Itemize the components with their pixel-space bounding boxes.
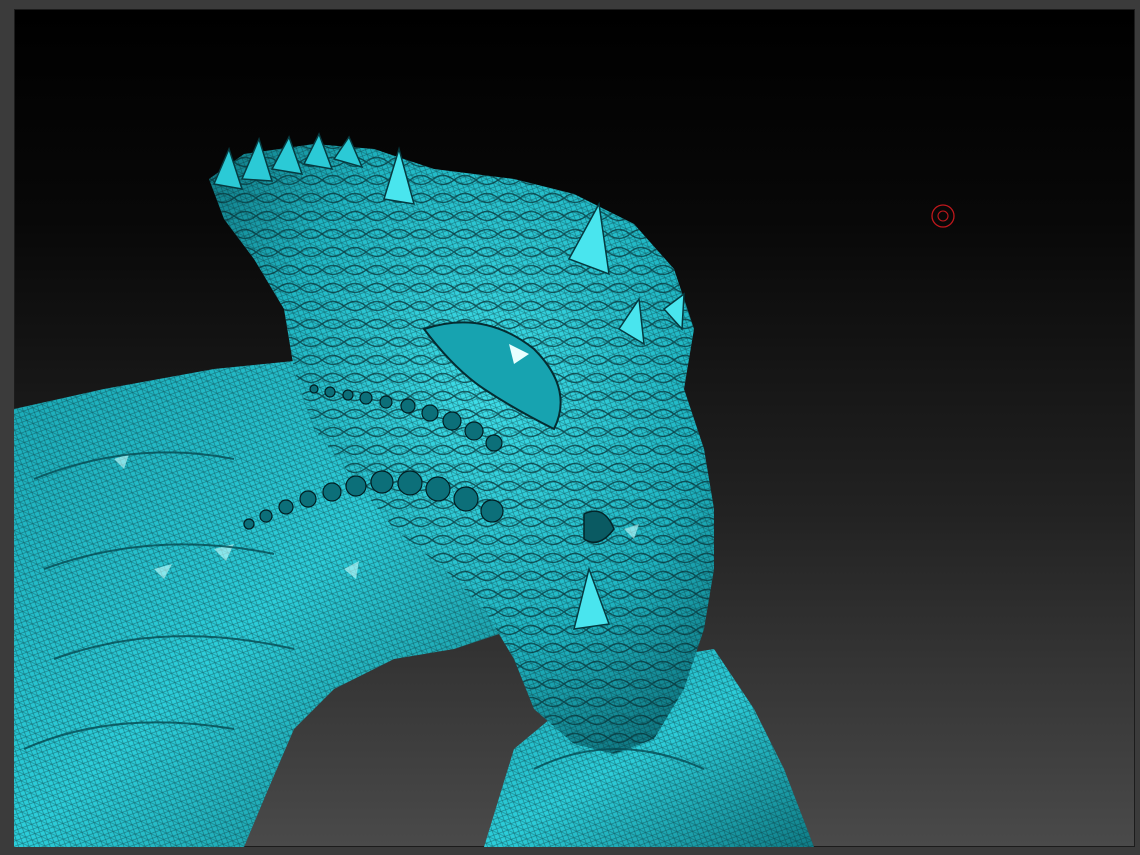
sculpt-app-window [0, 0, 1140, 855]
brush-cursor-icon[interactable] [931, 204, 955, 228]
dragon-sculpt-model[interactable] [14, 9, 1135, 847]
3d-viewport-canvas[interactable] [14, 9, 1135, 847]
